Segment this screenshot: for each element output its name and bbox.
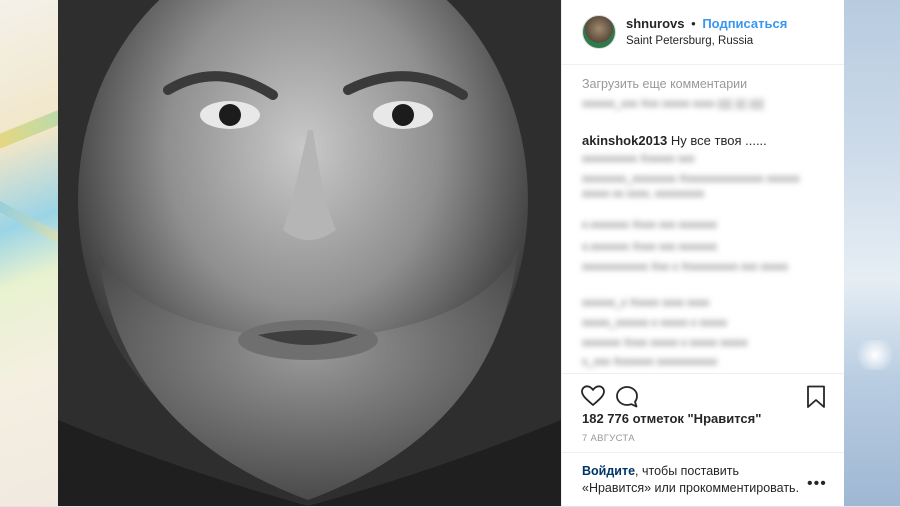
post-photo[interactable] xyxy=(58,0,561,506)
blurred-comment: xxxxxx_x Xxxxx xxxx xxxx xyxy=(582,297,710,309)
decorative-streak xyxy=(0,196,63,244)
blurred-comment: xxxxxxxxxxxx Xxx x Xxxxxxxxxx xxx xxxxx xyxy=(582,261,788,273)
more-dots-icon[interactable]: ••• xyxy=(807,475,827,493)
bookmark-icon[interactable] xyxy=(806,385,826,409)
blurred-comment: xxxxxx_xxx Xxx xxxxx xxxx (((( ((( (((( xyxy=(582,98,765,110)
blurred-comment: x.xxxxxxx Xxxx xxx xxxxxxx xyxy=(582,241,718,253)
decorative-glow xyxy=(853,340,897,370)
comment-item: akinshok2013 Ну все твоя ...... xyxy=(582,133,767,148)
heart-icon[interactable] xyxy=(581,385,605,407)
blurred-comment: xxxxx_xxxxxx x xxxxx x xxxxx xyxy=(582,317,727,329)
login-prompt: Войдите, чтобы поставить «Нравится» или … xyxy=(582,463,802,497)
blurred-comment: x_xxx Xxxxxxx xxxxxxxxxxx xyxy=(582,356,718,368)
post-actions-bar xyxy=(562,373,844,416)
post-side-panel: shnurovs • Подписаться Saint Petersburg,… xyxy=(561,0,844,506)
login-prompt-area: Войдите, чтобы поставить «Нравится» или … xyxy=(562,452,844,507)
post-header: shnurovs • Подписаться Saint Petersburg,… xyxy=(562,0,844,65)
background-left xyxy=(0,0,80,506)
author-username[interactable]: shnurovs xyxy=(626,16,685,31)
comment-username[interactable]: akinshok2013 xyxy=(582,133,667,148)
login-link[interactable]: Войдите xyxy=(582,464,635,478)
post-date[interactable]: 7 АВГУСТА xyxy=(582,433,635,444)
likes-count[interactable]: 182 776 отметок "Нравится" xyxy=(582,411,761,426)
follow-button[interactable]: Подписаться xyxy=(702,16,787,31)
post-author-line: shnurovs • Подписаться xyxy=(626,16,787,31)
avatar[interactable] xyxy=(582,15,616,49)
load-more-comments-link[interactable]: Загрузить еще комментарии xyxy=(582,77,747,91)
blurred-comment: xxxxxxxx_xxxxxxxx Xxxxxxxxxxxxxxx xxxxxx… xyxy=(582,173,800,200)
blurred-comment: xxxxxxxxxx Xxxxxx xxx xyxy=(582,153,695,165)
portrait-image xyxy=(58,0,561,506)
blurred-comment: x.xxxxxxx Xxxx xxx xxxxxxx xyxy=(582,219,718,231)
comment-bubble-icon[interactable] xyxy=(615,385,639,409)
post-location[interactable]: Saint Petersburg, Russia xyxy=(626,35,753,47)
comment-text: Ну все твоя ...... xyxy=(670,133,767,148)
separator-dot: • xyxy=(691,16,696,31)
background-right xyxy=(843,0,900,506)
blurred-comment: xxxxxxx Xxxx xxxxx x xxxxx xxxxx xyxy=(582,337,748,349)
